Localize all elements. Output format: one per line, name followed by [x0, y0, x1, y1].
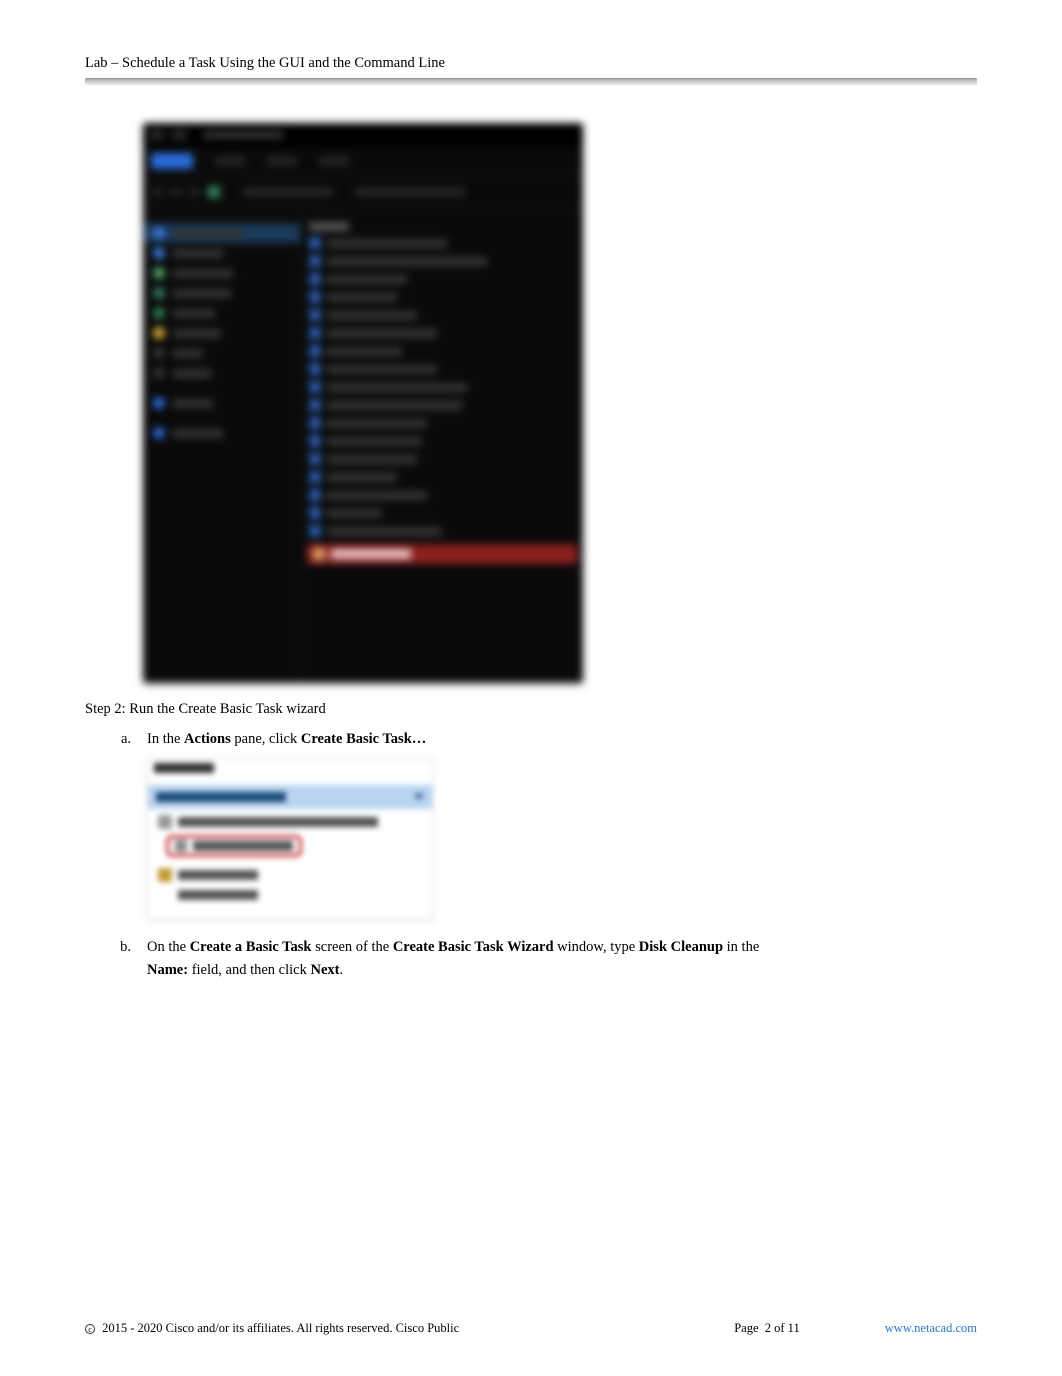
nav-label[interactable]: [173, 249, 223, 258]
step-text: On the Create a Basic Task screen of the…: [147, 936, 977, 981]
file-icon: [309, 525, 321, 537]
window-control-icon: [171, 129, 187, 141]
list-item[interactable]: [327, 401, 462, 410]
list-item[interactable]: [327, 347, 402, 356]
header-divider: [85, 78, 977, 85]
step-heading: Step 2: Run the Create Basic Task wizard: [85, 701, 977, 718]
list-item[interactable]: [327, 491, 427, 500]
up-icon[interactable]: [189, 187, 199, 197]
file-icon: [309, 327, 321, 339]
nav-label[interactable]: [173, 289, 231, 298]
list-item[interactable]: [327, 275, 407, 284]
page-footer: c 2015 - 2020 Cisco and/or its affiliate…: [85, 1321, 977, 1336]
screenshot-actions-pane: [147, 758, 433, 920]
list-item-label: [331, 549, 411, 559]
action-item[interactable]: [178, 890, 258, 900]
copyright-icon: c: [85, 1324, 95, 1334]
list-item[interactable]: [327, 329, 437, 338]
list-item[interactable]: [327, 437, 422, 446]
folder-icon: [153, 247, 165, 259]
netacad-link[interactable]: www.netacad.com: [885, 1321, 977, 1336]
file-icon: [309, 345, 321, 357]
actions-header: [154, 763, 214, 773]
file-icon: [309, 255, 321, 267]
list-item[interactable]: [327, 509, 382, 518]
nav-label[interactable]: [173, 349, 203, 358]
nav-label[interactable]: [173, 229, 243, 238]
file-icon: [309, 309, 321, 321]
action-icon: [158, 815, 172, 829]
action-icon: [175, 840, 187, 852]
action-icon: [158, 868, 172, 882]
file-icon: [309, 507, 321, 519]
folder-icon: [153, 347, 165, 359]
list-item[interactable]: [327, 473, 397, 482]
clock-icon: [313, 548, 325, 560]
back-icon[interactable]: [153, 187, 163, 197]
folder-icon: [153, 227, 165, 239]
file-icon: [309, 273, 321, 285]
file-icon: [309, 399, 321, 411]
action-label: [193, 841, 293, 851]
page-number: Page 2 of 11: [459, 1321, 885, 1336]
nav-label[interactable]: [173, 399, 213, 408]
breadcrumb[interactable]: [243, 187, 333, 197]
screenshot-admin-tools: [143, 123, 583, 683]
folder-icon: [153, 267, 165, 279]
ribbon-tab[interactable]: [267, 156, 297, 166]
nav-label[interactable]: [173, 309, 215, 318]
refresh-icon[interactable]: [207, 185, 221, 199]
action-item[interactable]: [178, 870, 258, 880]
copyright-text: 2015 - 2020 Cisco and/or its affiliates.…: [102, 1321, 459, 1335]
folder-icon: [153, 307, 165, 319]
document-title: Lab – Schedule a Task Using the GUI and …: [85, 55, 977, 72]
ribbon-tab-active[interactable]: [151, 153, 193, 169]
list-item[interactable]: [327, 383, 467, 392]
breadcrumb[interactable]: [355, 187, 465, 197]
list-item[interactable]: [327, 419, 427, 428]
task-scheduler-header[interactable]: [148, 785, 432, 809]
file-icon: [309, 453, 321, 465]
list-item[interactable]: [327, 527, 442, 536]
ribbon-tab[interactable]: [319, 156, 349, 166]
file-icon: [309, 381, 321, 393]
nav-label[interactable]: [173, 329, 221, 338]
file-icon: [309, 291, 321, 303]
folder-icon: [153, 327, 165, 339]
pc-icon: [153, 397, 165, 409]
list-item[interactable]: [327, 455, 417, 464]
column-header[interactable]: [309, 222, 349, 231]
file-icon: [309, 489, 321, 501]
list-item[interactable]: [327, 311, 417, 320]
action-item[interactable]: [178, 817, 378, 827]
folder-icon: [153, 367, 165, 379]
nav-label[interactable]: [173, 429, 223, 438]
nav-pane: [143, 209, 301, 683]
list-marker: a.: [113, 728, 131, 930]
file-icon: [309, 435, 321, 447]
list-item[interactable]: [327, 365, 437, 374]
window-control-icon: [149, 129, 165, 141]
list-marker: b.: [113, 936, 131, 981]
nav-label[interactable]: [173, 269, 233, 278]
section-label: [156, 792, 286, 802]
list-item[interactable]: [327, 293, 397, 302]
network-icon: [153, 427, 165, 439]
step-text: In the Actions pane, click Create Basic …: [147, 728, 977, 930]
file-list: [301, 209, 583, 683]
file-icon: [309, 417, 321, 429]
file-icon: [309, 363, 321, 375]
window-title-placeholder: [203, 131, 283, 139]
list-item[interactable]: [327, 257, 487, 266]
file-icon: [309, 237, 321, 249]
create-basic-task-action[interactable]: [166, 835, 302, 857]
task-scheduler-item[interactable]: [307, 544, 577, 564]
file-icon: [309, 471, 321, 483]
chevron-up-icon: [414, 794, 424, 800]
list-item[interactable]: [327, 239, 447, 248]
folder-icon: [153, 287, 165, 299]
forward-icon[interactable]: [171, 187, 181, 197]
nav-label[interactable]: [173, 369, 211, 378]
ribbon-tab[interactable]: [215, 156, 245, 166]
